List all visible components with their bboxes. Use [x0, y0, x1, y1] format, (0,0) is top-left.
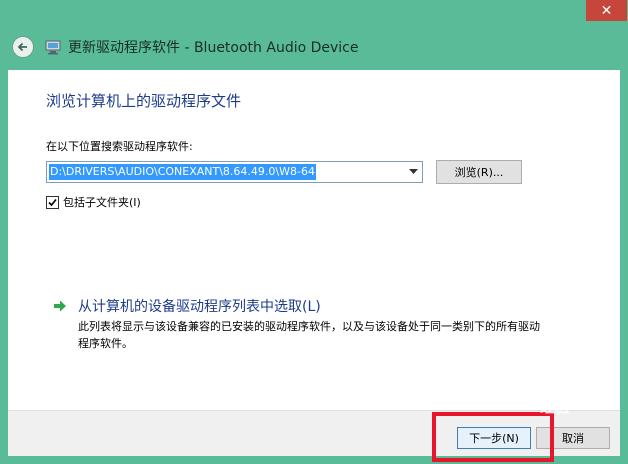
back-button[interactable]	[12, 36, 34, 58]
pick-from-list-link[interactable]: 从计算机的设备驱动程序列表中选取(L)	[78, 296, 321, 316]
browse-button[interactable]: 浏览(R)...	[436, 160, 522, 184]
close-icon: ✕	[600, 2, 613, 19]
watermark: 经验	[540, 398, 571, 416]
pick-from-list-description: 此列表将显示与该设备兼容的已安装的驱动程序软件，以及与该设备处于同一类别下的所有…	[78, 320, 540, 350]
green-arrow-icon	[54, 300, 66, 312]
close-button[interactable]: ✕	[586, 0, 627, 21]
include-subfolders-label: 包括子文件夹(I)	[63, 196, 141, 209]
include-subfolders-option[interactable]: 包括子文件夹(I)	[46, 194, 141, 210]
chevron-down-icon	[409, 169, 418, 174]
include-subfolders-checkbox[interactable]	[46, 195, 59, 209]
back-arrow-icon	[17, 42, 27, 52]
checkmark-icon	[48, 198, 57, 206]
page-heading: 浏览计算机上的驱动程序文件	[46, 92, 242, 110]
dropdown-arrow-button[interactable]	[405, 162, 422, 182]
device-manager-icon	[45, 40, 61, 55]
search-location-label: 在以下位置搜索驱动程序软件:	[46, 140, 193, 153]
dialog-footer: 下一步(N) 取消	[8, 410, 620, 456]
window-titlebar: 更新驱动程序软件 - Bluetooth Audio Device	[8, 30, 620, 64]
driver-path-value[interactable]: D:\DRIVERS\AUDIO\CONEXANT\8.64.49.0\W8-6…	[49, 164, 316, 180]
driver-path-combobox[interactable]: D:\DRIVERS\AUDIO\CONEXANT\8.64.49.0\W8-6…	[46, 161, 423, 183]
next-button[interactable]: 下一步(N)	[457, 427, 531, 449]
cancel-button[interactable]: 取消	[536, 427, 610, 449]
dialog-content: 浏览计算机上的驱动程序文件 在以下位置搜索驱动程序软件: D:\DRIVERS\…	[8, 70, 620, 410]
window-title: 更新驱动程序软件 - Bluetooth Audio Device	[68, 40, 359, 56]
